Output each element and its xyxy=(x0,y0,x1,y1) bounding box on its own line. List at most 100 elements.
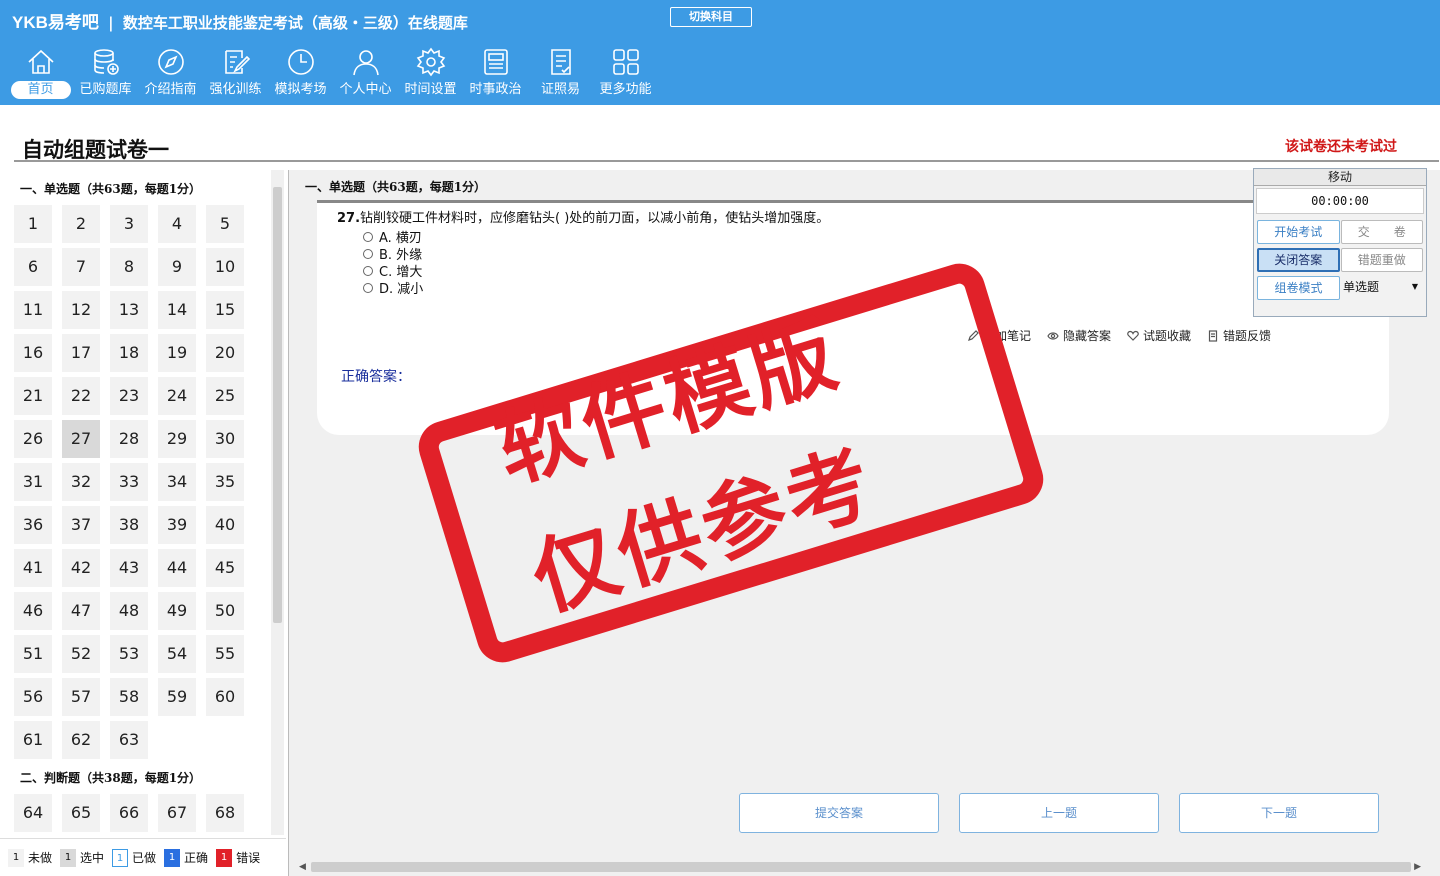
question-number-button[interactable]: 41 xyxy=(14,549,52,587)
add-note-button[interactable]: 添加笔记 xyxy=(967,327,1031,344)
question-number-button[interactable]: 53 xyxy=(110,635,148,673)
question-number-button[interactable]: 64 xyxy=(14,794,52,832)
question-number-button[interactable]: 47 xyxy=(62,592,100,630)
nav-certificate[interactable]: 证照易 xyxy=(528,46,593,102)
error-feedback-button[interactable]: 错题反馈 xyxy=(1207,327,1271,344)
question-number-button[interactable]: 31 xyxy=(14,463,52,501)
question-number-button[interactable]: 12 xyxy=(62,291,100,329)
nav-current-affairs[interactable]: 时事政治 xyxy=(463,46,528,102)
question-number-button[interactable]: 22 xyxy=(62,377,100,415)
question-number-button[interactable]: 21 xyxy=(14,377,52,415)
question-number-button[interactable]: 30 xyxy=(206,420,244,458)
main-scrollbar-thumb[interactable] xyxy=(311,862,1411,872)
question-number-button[interactable]: 1 xyxy=(14,205,52,243)
submit-answer-button[interactable]: 提交答案 xyxy=(739,793,939,833)
question-number-button[interactable]: 58 xyxy=(110,678,148,716)
nav-time-settings[interactable]: 时间设置 xyxy=(398,46,463,102)
question-number-button[interactable]: 38 xyxy=(110,506,148,544)
prev-question-button[interactable]: 上一题 xyxy=(959,793,1159,833)
question-number-button[interactable]: 43 xyxy=(110,549,148,587)
question-number-button[interactable]: 46 xyxy=(14,592,52,630)
nav-guide[interactable]: 介绍指南 xyxy=(138,46,203,102)
question-number-button[interactable]: 36 xyxy=(14,506,52,544)
panel-move-handle[interactable]: 移动 xyxy=(1254,169,1426,186)
option-d[interactable]: D. 减小 xyxy=(363,278,423,297)
question-number-button[interactable]: 54 xyxy=(158,635,196,673)
question-number-button[interactable]: 44 xyxy=(158,549,196,587)
question-number-button[interactable]: 68 xyxy=(206,794,244,832)
question-number-button[interactable]: 34 xyxy=(158,463,196,501)
question-number-button[interactable]: 16 xyxy=(14,334,52,372)
radio-d[interactable] xyxy=(363,282,373,293)
question-number-button[interactable]: 17 xyxy=(62,334,100,372)
nav-more[interactable]: 更多功能 xyxy=(593,46,658,102)
question-number-button[interactable]: 42 xyxy=(62,549,100,587)
question-number-button[interactable]: 4 xyxy=(158,205,196,243)
main-horizontal-scrollbar[interactable]: ◀ ▶ xyxy=(297,860,1423,874)
question-number-button[interactable]: 48 xyxy=(110,592,148,630)
question-number-button[interactable]: 19 xyxy=(158,334,196,372)
question-number-button[interactable]: 45 xyxy=(206,549,244,587)
nav-mock-exam[interactable]: 模拟考场 xyxy=(268,46,333,102)
question-number-button[interactable]: 40 xyxy=(206,506,244,544)
nav-personal[interactable]: 个人中心 xyxy=(333,46,398,102)
question-number-button[interactable]: 2 xyxy=(62,205,100,243)
left-scrollbar[interactable] xyxy=(271,170,284,835)
question-type-select[interactable]: 单选题 ▼ xyxy=(1341,276,1424,300)
question-number-button[interactable]: 13 xyxy=(110,291,148,329)
question-number-button[interactable]: 5 xyxy=(206,205,244,243)
question-number-button[interactable]: 62 xyxy=(62,721,100,759)
start-exam-button[interactable]: 开始考试 xyxy=(1257,220,1340,244)
question-number-button[interactable]: 65 xyxy=(62,794,100,832)
redo-wrong-button[interactable]: 错题重做 xyxy=(1340,248,1423,272)
question-number-button[interactable]: 24 xyxy=(158,377,196,415)
question-number-button[interactable]: 9 xyxy=(158,248,196,286)
scroll-left-arrow-icon[interactable]: ◀ xyxy=(299,860,306,874)
question-number-button[interactable]: 49 xyxy=(158,592,196,630)
question-number-button[interactable]: 28 xyxy=(110,420,148,458)
question-number-button[interactable]: 23 xyxy=(110,377,148,415)
question-number-button[interactable]: 11 xyxy=(14,291,52,329)
question-number-button[interactable]: 14 xyxy=(158,291,196,329)
question-number-button[interactable]: 50 xyxy=(206,592,244,630)
radio-c[interactable] xyxy=(363,265,373,276)
question-number-button[interactable]: 63 xyxy=(110,721,148,759)
question-number-button[interactable]: 56 xyxy=(14,678,52,716)
question-number-button[interactable]: 39 xyxy=(158,506,196,544)
nav-training[interactable]: 强化训练 xyxy=(203,46,268,102)
close-answer-button[interactable]: 关闭答案 xyxy=(1257,248,1340,272)
question-number-button[interactable]: 51 xyxy=(14,635,52,673)
nav-home[interactable]: 首页 xyxy=(8,46,73,102)
question-number-button[interactable]: 66 xyxy=(110,794,148,832)
nav-purchased[interactable]: 已购题库 xyxy=(73,46,138,102)
question-number-button[interactable]: 6 xyxy=(14,248,52,286)
question-number-button[interactable]: 7 xyxy=(62,248,100,286)
question-number-button[interactable]: 18 xyxy=(110,334,148,372)
question-number-button[interactable]: 59 xyxy=(158,678,196,716)
question-number-button[interactable]: 55 xyxy=(206,635,244,673)
question-number-button[interactable]: 8 xyxy=(110,248,148,286)
question-number-button[interactable]: 32 xyxy=(62,463,100,501)
question-number-button[interactable]: 20 xyxy=(206,334,244,372)
switch-subject-button[interactable]: 切换科目 xyxy=(670,7,752,27)
hide-answer-button[interactable]: 隐藏答案 xyxy=(1047,327,1111,344)
question-number-button[interactable]: 3 xyxy=(110,205,148,243)
question-number-button[interactable]: 60 xyxy=(206,678,244,716)
question-number-button[interactable]: 10 xyxy=(206,248,244,286)
question-number-button[interactable]: 57 xyxy=(62,678,100,716)
question-number-button[interactable]: 27 xyxy=(62,420,100,458)
radio-a[interactable] xyxy=(363,231,373,242)
question-number-button[interactable]: 29 xyxy=(158,420,196,458)
compose-mode-button[interactable]: 组卷模式 xyxy=(1257,276,1340,300)
question-number-button[interactable]: 37 xyxy=(62,506,100,544)
question-number-button[interactable]: 52 xyxy=(62,635,100,673)
question-number-button[interactable]: 26 xyxy=(14,420,52,458)
question-number-button[interactable]: 15 xyxy=(206,291,244,329)
next-question-button[interactable]: 下一题 xyxy=(1179,793,1379,833)
question-number-button[interactable]: 67 xyxy=(158,794,196,832)
scroll-right-arrow-icon[interactable]: ▶ xyxy=(1414,860,1421,874)
hand-in-button[interactable]: 交 卷 xyxy=(1340,220,1423,244)
question-number-button[interactable]: 33 xyxy=(110,463,148,501)
left-scrollbar-thumb[interactable] xyxy=(273,187,282,623)
favorite-button[interactable]: 试题收藏 xyxy=(1127,327,1191,344)
